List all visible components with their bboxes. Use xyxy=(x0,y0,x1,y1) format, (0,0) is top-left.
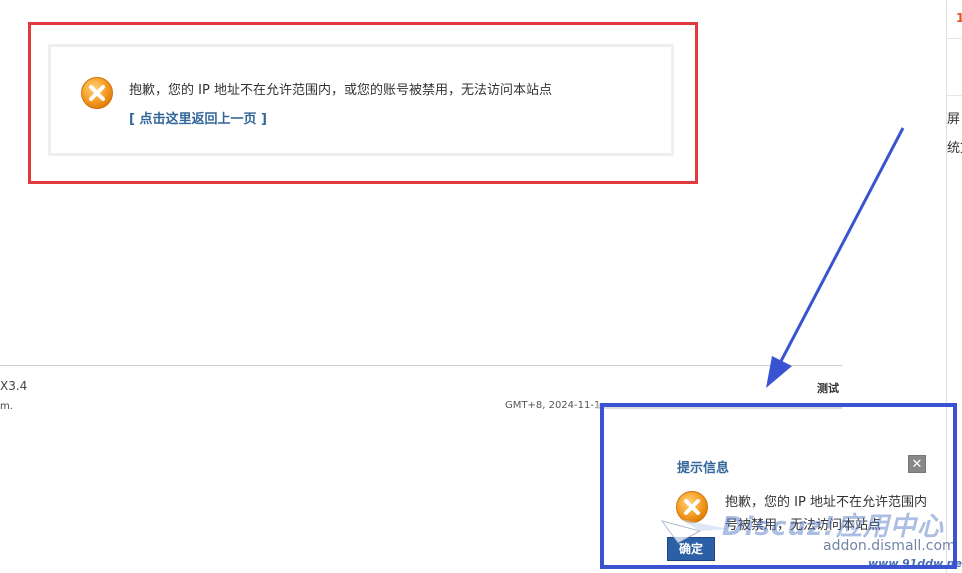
edge-divider xyxy=(947,38,962,39)
edge-label[interactable]: 统文 xyxy=(947,137,962,156)
footer-copyright: m. xyxy=(0,401,13,412)
footer-version: X3.4 xyxy=(0,379,28,393)
footer-test-link[interactable]: 测试 xyxy=(817,380,839,396)
edge-divider xyxy=(947,95,962,96)
edge-label[interactable]: 屏 xyxy=(947,108,960,127)
footer-divider xyxy=(0,365,842,366)
footer-timestamp: GMT+8, 2024-11-1 xyxy=(505,400,601,411)
edge-count: 1 xyxy=(956,11,962,25)
highlight-frame-red xyxy=(28,22,698,184)
highlight-frame-blue xyxy=(600,403,957,569)
